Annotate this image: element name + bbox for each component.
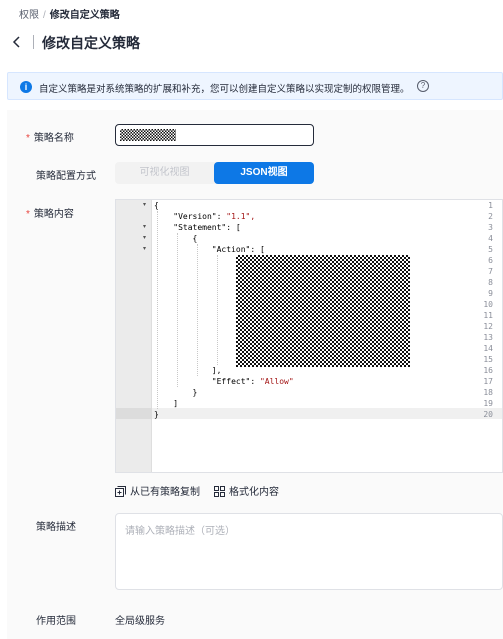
breadcrumb-separator: /: [43, 10, 46, 21]
active-line-gutter: [116, 408, 152, 419]
format-icon: [214, 486, 225, 497]
config-mode-label: 策略配置方式: [36, 171, 96, 182]
page-header: 修改自定义策略: [0, 26, 503, 60]
copy-icon: [115, 486, 126, 497]
line-number: 7: [488, 267, 493, 276]
help-icon[interactable]: ?: [417, 80, 429, 92]
policy-content-label: * 策略内容: [26, 209, 74, 220]
breadcrumb: 权限 / 修改自定义策略: [19, 6, 120, 21]
code-line-20: }: [154, 410, 159, 419]
copy-from-existing-button[interactable]: 从已有策略复制: [115, 483, 200, 498]
line-number: 6: [488, 256, 493, 265]
json-view-tab[interactable]: JSON视图: [214, 162, 314, 184]
breadcrumb-parent[interactable]: 权限: [19, 10, 39, 21]
line-number: 17: [483, 377, 493, 386]
line-number: 2: [488, 212, 493, 221]
line-number: 15: [483, 355, 493, 364]
chevron-left-icon: [12, 36, 20, 48]
config-mode-switch: 可视化视图 JSON视图: [115, 162, 314, 184]
info-icon: i: [20, 81, 32, 93]
line-number: 10: [483, 300, 493, 309]
json-editor[interactable]: 1 2 3 4 5 6 7 8 9 10 11 12 13 14 15 16 17 18 19 20 ▾ ▾ ▾ ▾ …: [115, 199, 503, 473]
required-mark: *: [26, 133, 30, 144]
line-number: 20: [483, 410, 493, 419]
code-line-5: "Action": [: [154, 245, 265, 254]
line-number: 19: [483, 399, 493, 408]
page-title: 修改自定义策略: [42, 35, 140, 51]
code-line-1: {: [154, 201, 159, 210]
code-line-3: "Statement": [: [154, 223, 241, 232]
line-number: 16: [483, 366, 493, 375]
format-content-button[interactable]: 格式化内容: [214, 483, 279, 498]
code-line-17: "Effect": "Allow": [154, 377, 294, 386]
description-textarea[interactable]: [115, 513, 503, 590]
visual-view-tab[interactable]: 可视化视图: [115, 162, 214, 184]
code-line-2: "Version": "1.1",: [154, 212, 256, 221]
code-line-18: }: [154, 388, 198, 397]
line-number: 18: [483, 388, 493, 397]
redacted-name: [120, 129, 176, 141]
redacted-actions: [236, 255, 410, 367]
line-number: 8: [488, 278, 493, 287]
line-number: 13: [483, 333, 493, 342]
policy-name-label: * 策略名称: [26, 133, 74, 144]
policy-name-input[interactable]: [115, 124, 314, 146]
code-line-16: ],: [154, 366, 222, 375]
indent-guide: [217, 255, 218, 365]
line-number: 12: [483, 322, 493, 331]
scope-value: 全局级服务: [115, 616, 165, 627]
line-number: 14: [483, 344, 493, 353]
code-line-19: ]: [154, 399, 179, 408]
description-label: 策略描述: [36, 522, 76, 533]
breadcrumb-current: 修改自定义策略: [49, 10, 120, 21]
info-notice: i 自定义策略是对系统策略的扩展和补充，您可以创建自定义策略以实现定制的权限管理…: [7, 72, 503, 100]
fold-arrow-icon[interactable]: ▾: [143, 200, 500, 211]
scope-label: 作用范围: [36, 616, 76, 627]
indent-guide: [197, 244, 198, 376]
code-line-4: {: [154, 234, 198, 243]
line-number: 11: [483, 311, 493, 320]
indent-guide: [177, 233, 178, 387]
notice-text: 自定义策略是对系统策略的扩展和补充，您可以创建自定义策略以实现定制的权限管理。: [39, 84, 410, 95]
title-divider: [33, 35, 34, 49]
back-button[interactable]: [9, 33, 25, 51]
active-line-highlight: [116, 408, 502, 419]
required-mark: *: [26, 209, 30, 220]
line-number: 9: [488, 289, 493, 298]
